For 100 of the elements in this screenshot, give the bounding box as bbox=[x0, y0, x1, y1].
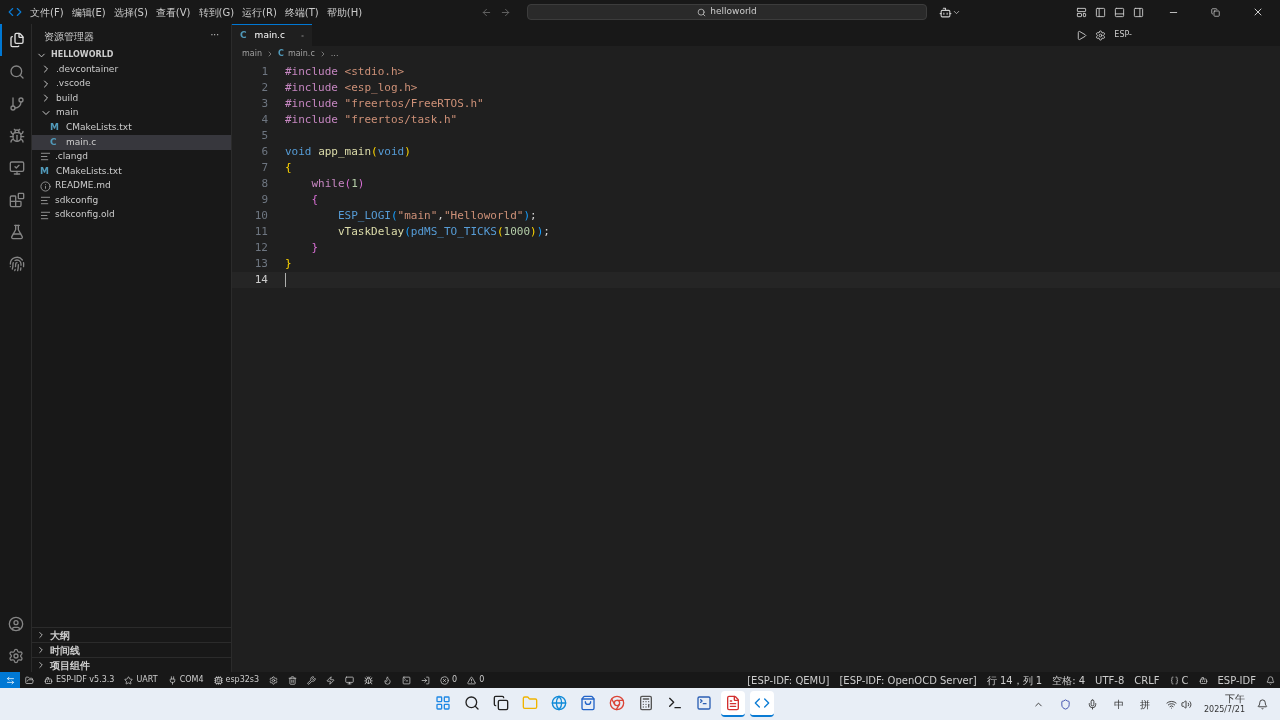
bell-icon[interactable] bbox=[1257, 698, 1268, 710]
status-item[interactable]: UART bbox=[119, 674, 163, 686]
breadcrumb[interactable]: C main.c bbox=[278, 48, 315, 60]
remote-icon bbox=[5, 675, 15, 685]
line-number: 8 bbox=[260, 175, 268, 192]
error-icon bbox=[440, 675, 450, 685]
panel-right-icon[interactable] bbox=[1133, 6, 1144, 18]
settings-icon[interactable] bbox=[1095, 29, 1107, 41]
editor-action[interactable]: ESP- bbox=[1114, 29, 1272, 41]
tree-item[interactable]: M CMakeLists.txt bbox=[32, 120, 231, 135]
wrench-icon bbox=[307, 675, 317, 685]
line-number: 3 bbox=[260, 95, 268, 112]
menu-item[interactable]: 运行(R) bbox=[238, 4, 281, 20]
layout-icon[interactable] bbox=[1076, 6, 1087, 18]
clock-time[interactable]: 下午 bbox=[1225, 693, 1245, 704]
line-number: 2 bbox=[260, 79, 268, 96]
settings-icon[interactable] bbox=[7, 648, 24, 664]
tree-item[interactable]: M CMakeLists.txt bbox=[32, 164, 231, 179]
code-editor-icon[interactable] bbox=[750, 691, 774, 717]
back-icon[interactable] bbox=[481, 6, 493, 18]
code-line: while(1) bbox=[310, 175, 365, 192]
shield-icon[interactable] bbox=[1059, 698, 1071, 710]
clock-date[interactable]: 2025/7/21 bbox=[1203, 704, 1245, 715]
menu-item[interactable]: 帮助(H) bbox=[322, 4, 367, 20]
tree-item[interactable]: sdkconfig.old bbox=[32, 207, 231, 223]
menu-item[interactable]: 转到(G) bbox=[194, 4, 239, 20]
tree-item[interactable]: .clangd bbox=[32, 149, 231, 165]
app-logo-icon bbox=[8, 5, 22, 19]
tree-item[interactable]: README.md bbox=[32, 178, 231, 194]
status-item[interactable]: UTF-8 bbox=[1090, 672, 1130, 688]
panel-bottom-icon[interactable] bbox=[1114, 6, 1125, 18]
line-number: 11 bbox=[253, 223, 268, 240]
file-type-icon: M bbox=[40, 164, 52, 179]
tree-item[interactable]: C main.c bbox=[32, 134, 231, 150]
panel-left-icon[interactable] bbox=[1095, 6, 1106, 18]
section-header[interactable]: 大纲 bbox=[32, 627, 231, 642]
code-line: { bbox=[310, 191, 319, 208]
folder-icon bbox=[25, 675, 34, 685]
status-item[interactable]: ESP-IDF bbox=[1212, 672, 1261, 688]
status-item[interactable]: 行 14，列 1 bbox=[981, 672, 1048, 688]
status-item[interactable]: 空格: 4 bbox=[1047, 672, 1091, 688]
microphone-icon[interactable] bbox=[1086, 698, 1098, 710]
status-item[interactable]: C bbox=[1164, 672, 1194, 688]
enter-icon bbox=[421, 675, 431, 685]
line-number: 9 bbox=[260, 191, 268, 208]
status-item[interactable]: [ESP-IDF: QEMU] bbox=[742, 672, 835, 688]
search-field[interactable]: helloworld bbox=[527, 4, 928, 20]
menu-item[interactable]: 终端(T) bbox=[280, 4, 323, 20]
line-number: 6 bbox=[260, 143, 268, 160]
file-type-icon: C bbox=[50, 135, 62, 149]
chip-icon bbox=[213, 675, 223, 685]
tree-item[interactable]: build bbox=[32, 91, 231, 106]
status-item[interactable]: esp32s3 bbox=[208, 674, 265, 686]
volume-icon[interactable] bbox=[1180, 698, 1192, 710]
info-icon bbox=[40, 180, 51, 192]
menu-item[interactable]: 编辑(E) bbox=[67, 4, 110, 20]
document-icon[interactable] bbox=[721, 691, 745, 717]
text-cursor bbox=[285, 273, 286, 287]
plug-icon bbox=[167, 675, 177, 685]
status-item[interactable]: CRLF bbox=[1129, 672, 1165, 688]
line-number: 1 bbox=[260, 63, 268, 80]
tree-item[interactable]: main bbox=[32, 105, 231, 121]
input-method-indicator[interactable]: 拼 bbox=[1139, 696, 1150, 712]
editor-tab[interactable]: C main.c bbox=[232, 24, 312, 46]
menu-item[interactable]: 选择(S) bbox=[109, 4, 152, 20]
status-item[interactable]: 0 bbox=[462, 674, 490, 686]
tree-item[interactable]: .vscode bbox=[32, 76, 231, 92]
account-icon[interactable] bbox=[7, 616, 24, 632]
more-actions[interactable]: ··· bbox=[210, 29, 219, 43]
restore-icon[interactable] bbox=[1211, 7, 1220, 17]
line-number: 10 bbox=[253, 207, 268, 224]
status-item[interactable]: 0 bbox=[435, 674, 463, 686]
menu-item[interactable]: 文件(F) bbox=[26, 4, 68, 20]
section-header[interactable]: 时间线 bbox=[32, 642, 231, 657]
debug-icon bbox=[364, 675, 374, 685]
input-method-indicator[interactable]: 中 bbox=[1113, 696, 1124, 712]
file-type-icon: M bbox=[50, 120, 62, 135]
flame-icon bbox=[383, 675, 393, 685]
status-item[interactable]: [ESP-IDF: OpenOCD Server] bbox=[834, 672, 982, 688]
wifi-icon[interactable] bbox=[1165, 698, 1177, 710]
breadcrumb[interactable]: ... bbox=[330, 48, 339, 60]
status-item[interactable]: COM4 bbox=[162, 674, 209, 686]
line-number: 13 bbox=[253, 255, 268, 272]
run-icon[interactable] bbox=[1076, 29, 1088, 41]
code-line: #include "freertos/task.h" bbox=[285, 111, 458, 128]
code-line: } bbox=[310, 239, 319, 256]
folder-root[interactable]: HELLOWORLD bbox=[51, 49, 114, 61]
settings-icon bbox=[269, 675, 279, 685]
robot-icon[interactable] bbox=[939, 5, 953, 19]
robot-icon bbox=[1198, 675, 1208, 685]
tree-item[interactable]: sdkconfig bbox=[32, 193, 231, 208]
status-item[interactable]: ESP-IDF v5.3.3 bbox=[39, 674, 120, 686]
bell-icon bbox=[1266, 675, 1275, 685]
code-line: void app_main(void) bbox=[285, 143, 411, 160]
tree-item[interactable]: .devcontainer bbox=[32, 62, 231, 77]
forward-icon[interactable] bbox=[500, 6, 512, 18]
lines-icon bbox=[40, 195, 51, 207]
menu-item[interactable]: 查看(V) bbox=[151, 4, 195, 20]
robot-icon bbox=[44, 675, 53, 685]
breadcrumb[interactable]: main bbox=[242, 48, 262, 60]
